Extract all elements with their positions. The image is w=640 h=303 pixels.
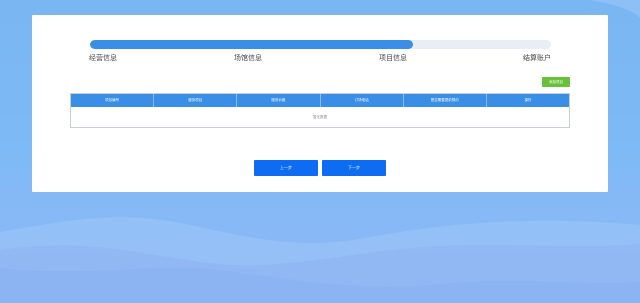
progress-bar-fill xyxy=(90,40,413,49)
table-header-row: 项目编号 服务项目 服务价格 订场电话 是否需要提前预约 操作 xyxy=(71,94,569,107)
progress-bar xyxy=(90,40,551,49)
progress-steps: 经营信息 场馆信息 项目信息 结算账户 xyxy=(89,53,551,63)
step-settlement-account: 结算账户 xyxy=(523,54,551,62)
column-header-actions[interactable]: 操作 xyxy=(487,94,569,107)
column-header-phone[interactable]: 订场电话 xyxy=(321,94,404,107)
column-header-service[interactable]: 服务项目 xyxy=(154,94,238,107)
previous-step-button[interactable]: 上一步 xyxy=(254,160,318,176)
table-empty-text: 暂无数据 xyxy=(313,115,327,119)
project-table: 项目编号 服务项目 服务价格 订场电话 是否需要提前预约 操作 暂无数据 xyxy=(70,93,570,128)
column-header-project-id[interactable]: 项目编号 xyxy=(71,94,155,107)
add-project-button[interactable]: 添加项目 xyxy=(542,77,570,87)
column-header-price[interactable]: 服务价格 xyxy=(237,94,321,107)
step-business-info: 经营信息 xyxy=(89,54,117,62)
next-step-button[interactable]: 下一步 xyxy=(322,160,386,176)
step-venue-info: 场馆信息 xyxy=(234,54,262,62)
form-card: 经营信息 场馆信息 项目信息 结算账户 添加项目 项目编号 服务项目 服务价格 … xyxy=(32,15,608,192)
step-project-info: 项目信息 xyxy=(379,54,407,62)
column-header-reservation[interactable]: 是否需要提前预约 xyxy=(404,94,487,107)
